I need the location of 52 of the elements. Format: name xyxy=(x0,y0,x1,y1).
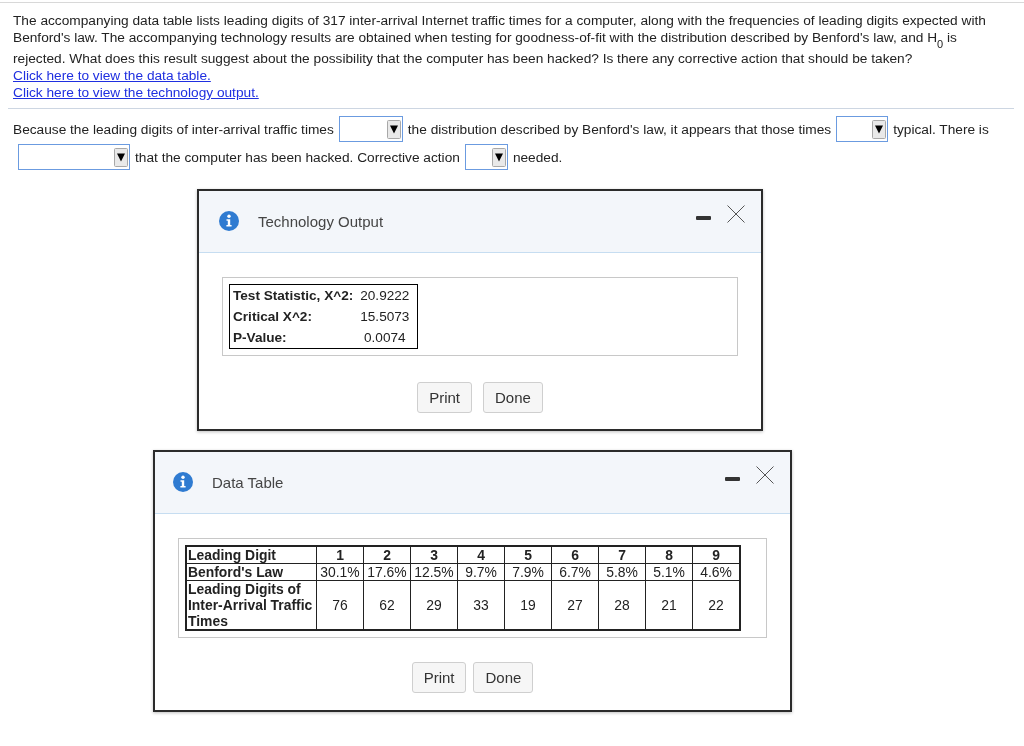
sentence-text: the distribution described by Benford's law, it appears that those times xyxy=(407,121,832,137)
stat-value: 0.0074 xyxy=(357,326,418,349)
caret-icon[interactable] xyxy=(491,147,506,167)
column-header: 5 xyxy=(504,545,552,564)
close-icon[interactable] xyxy=(756,465,774,484)
question-text: The accompanying data table lists leading digits of 317 inter-arrival Internet traffic times for a computer, along with the frequencies of leading digits expected with Benford's law. The accompanying technology results are obtained when testing for goodness-of-fit with the distribution described by Benford's law, and H$_{0}$ is rejected. What does this result suggest about the possibility that the computer has been hacked? Is there any corrective action that should be taken? xyxy=(13,12,987,67)
sentence-text: needed. xyxy=(512,149,563,165)
caret-icon[interactable] xyxy=(872,119,887,139)
table-cell: 30.1% xyxy=(316,563,364,581)
answer-dropdown[interactable] xyxy=(338,116,403,143)
table-cell: 5.1% xyxy=(645,563,693,581)
dialog-button[interactable]: Done xyxy=(473,661,534,693)
table-cell: 6.7% xyxy=(551,563,599,581)
column-header: 2 xyxy=(363,545,411,564)
minimize-icon[interactable] xyxy=(696,215,711,220)
column-header: 4 xyxy=(457,545,505,564)
view-link[interactable]: Click here to view the data table. xyxy=(13,68,211,83)
column-header: 7 xyxy=(598,545,646,564)
sentence-text: Because the leading digits of inter-arrival traffic times xyxy=(13,121,334,137)
table-cell: 12.5% xyxy=(410,563,458,581)
column-header: 3 xyxy=(410,545,458,564)
row-header: Leading Digits of Inter-Arrival Traffic Times xyxy=(186,580,317,630)
table-cell: 7.9% xyxy=(504,563,552,581)
dialog-button[interactable]: Done xyxy=(483,381,543,413)
column-header: 6 xyxy=(551,545,599,564)
stat-label: P-Value: xyxy=(229,326,358,349)
stat-label: Critical X^2: xyxy=(229,305,358,327)
dialog-title: Data Table xyxy=(212,473,284,491)
answer-dropdown[interactable] xyxy=(836,116,889,143)
column-header: 8 xyxy=(645,545,693,564)
info-icon xyxy=(219,211,239,232)
stat-value: 20.9222 xyxy=(357,284,418,306)
sentence-text: that the computer has been hacked. Corrective action xyxy=(135,149,460,165)
caret-icon[interactable] xyxy=(114,147,128,167)
sentence-text: typical. There is xyxy=(893,121,989,137)
dialog-button[interactable]: Print xyxy=(411,661,467,693)
stat-value: 15.5073 xyxy=(357,305,418,327)
minimize-icon[interactable] xyxy=(725,476,740,481)
stat-label: Test Statistic, X^2: xyxy=(229,284,358,306)
table-cell: 17.6% xyxy=(363,563,411,581)
caret-icon[interactable] xyxy=(386,119,401,139)
info-icon xyxy=(173,472,193,493)
row-header: Benford's Law xyxy=(186,563,317,581)
dialog-button[interactable]: Print xyxy=(417,381,472,413)
column-header: 1 xyxy=(316,545,364,564)
table-cell: 5.8% xyxy=(598,563,646,581)
column-header: Leading Digit xyxy=(186,545,317,564)
close-icon[interactable] xyxy=(727,204,745,223)
dialog-title: Technology Output xyxy=(258,212,384,230)
view-link[interactable]: Click here to view the technology output. xyxy=(13,85,259,100)
table-cell: 9.7% xyxy=(457,563,505,581)
answer-dropdown[interactable] xyxy=(464,144,508,171)
